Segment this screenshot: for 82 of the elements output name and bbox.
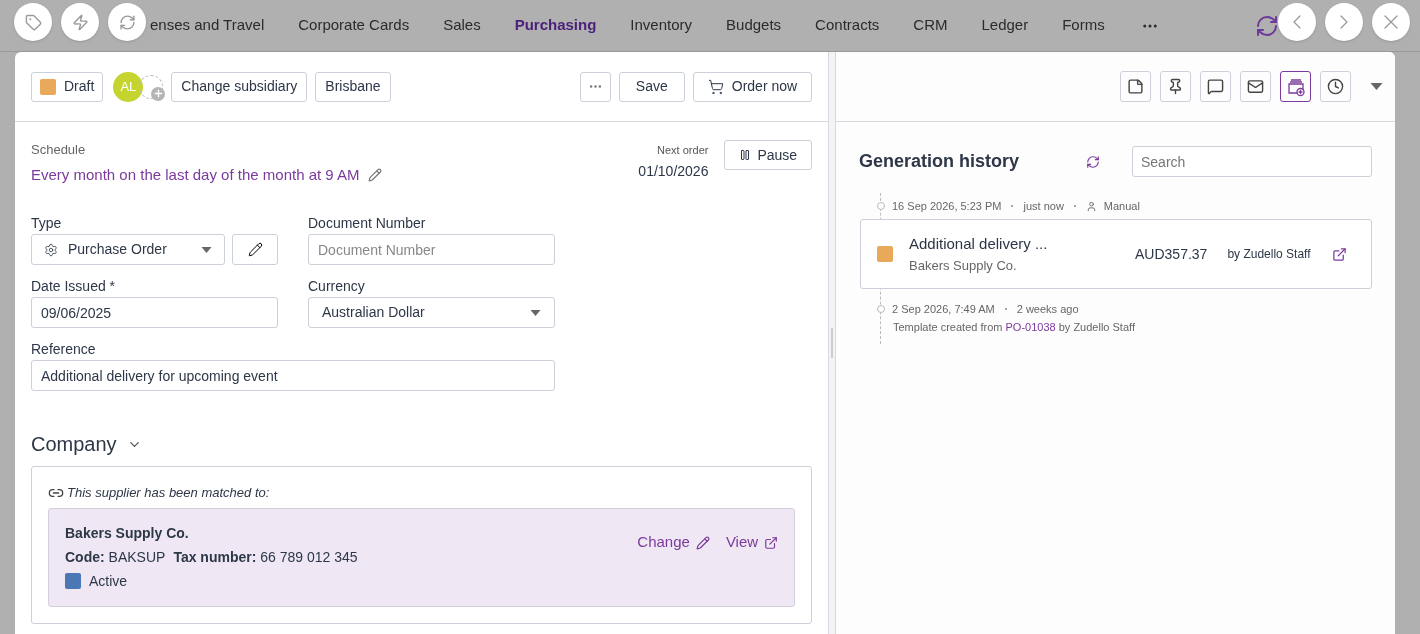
refresh-button[interactable] (108, 3, 146, 41)
edit-icon[interactable] (367, 167, 382, 182)
history-card[interactable]: Additional delivery ... Bakers Supply Co. AUD357.37 by Zudello Staff (860, 219, 1372, 289)
dropdown-icon[interactable] (1370, 83, 1383, 90)
timeline-node (877, 202, 885, 210)
nav-tab[interactable]: Purchasing (514, 14, 597, 37)
bolt-button[interactable] (61, 3, 99, 41)
refresh-icon[interactable] (1086, 154, 1100, 169)
nav-tab[interactable]: Corporate Cards (298, 14, 410, 37)
matched-text: This supplier has been matched to: (67, 484, 270, 502)
entry-source: Manual (1103, 198, 1140, 214)
panel-title: Generation history (859, 150, 1021, 173)
pencil-icon (247, 242, 263, 257)
clock-icon (1327, 78, 1344, 95)
nav-tab[interactable]: Contracts (815, 14, 880, 37)
nav-tab[interactable]: Inventory (630, 14, 693, 37)
nav-tab[interactable]: Ledger (981, 14, 1029, 37)
order-link[interactable]: PO-01038 (1005, 321, 1056, 333)
section-title: Company (31, 432, 117, 457)
date-field[interactable]: 09/06/2025 (31, 297, 278, 328)
view-link[interactable]: View (725, 532, 779, 553)
supplier-code: Code: BAKSUP (65, 547, 166, 567)
stack-plus-icon (1285, 76, 1306, 97)
search-field[interactable]: Search (1132, 146, 1372, 177)
entry-date: 2 Sep 2026, 7:49 AM (892, 301, 995, 317)
tag-button[interactable] (14, 3, 52, 41)
entry-text: Template created from PO-01038 by Zudello Staff (893, 320, 1136, 335)
field-label: Date Issued * (31, 277, 117, 295)
author-text: by Zudello Staff (1227, 246, 1311, 263)
caret-icon (530, 309, 541, 316)
edit-button[interactable] (232, 234, 278, 265)
refresh-icon (118, 13, 136, 31)
gear-icon (44, 242, 58, 257)
field-label: Type (31, 214, 63, 232)
close-button[interactable] (1372, 3, 1410, 41)
header-button[interactable]: Brisbane (315, 71, 391, 102)
status-button[interactable]: Draft (31, 71, 104, 102)
refresh-icon[interactable] (1254, 13, 1279, 38)
mail-icon (1247, 78, 1264, 95)
field-label: Currency (308, 277, 366, 295)
pause-button[interactable]: Pause (724, 140, 813, 170)
field-label: Document Number (308, 214, 427, 232)
next-order-date: 01/10/2026 (638, 161, 709, 181)
external-link-icon[interactable] (1332, 246, 1347, 262)
supplier-name: Bakers Supply Co. (909, 256, 1018, 275)
change-link[interactable]: Change (637, 532, 710, 553)
entry-age: just now (1023, 198, 1064, 214)
schedule-link[interactable]: Every month on the last day of the month at 9 AM (31, 163, 360, 186)
bolt-icon (71, 13, 89, 31)
status-label: Active (89, 571, 128, 591)
tag-icon (24, 13, 42, 31)
toolbar-button[interactable] (1280, 71, 1311, 102)
entry-date: 16 Sep 2026, 5:23 PM (892, 198, 1002, 214)
save-button[interactable]: Save (618, 71, 685, 102)
pause-icon (739, 149, 752, 161)
nav-tab[interactable]: enses and Travel (150, 14, 265, 37)
field-label: Reference (31, 340, 97, 358)
supplier-name: Bakers Supply Co. (65, 523, 190, 543)
reference-field[interactable]: Additional delivery for upcoming event (31, 360, 555, 391)
nav-tab[interactable]: Sales (443, 14, 481, 37)
caret-icon (201, 246, 212, 253)
pencil-icon (695, 535, 710, 550)
order-amount: AUD357.37 (1135, 244, 1208, 264)
external-link-icon (764, 535, 779, 550)
note-icon (1127, 78, 1144, 95)
cart-icon (707, 78, 724, 95)
next-order-label: Next order (657, 143, 709, 158)
user-icon (1085, 200, 1097, 212)
entry-age: 2 weeks ago (1016, 301, 1079, 317)
header-button[interactable]: Change subsidiary (171, 71, 308, 102)
schedule-label: Schedule (31, 141, 87, 159)
order-button[interactable]: Order now (692, 71, 813, 102)
order-title: Additional delivery ... (909, 234, 1049, 254)
nav-tab[interactable]: Budgets (726, 14, 782, 37)
nav-tab[interactable]: Forms (1062, 14, 1105, 37)
comment-icon (1207, 78, 1224, 95)
pin-icon (1167, 78, 1184, 95)
tax-number: Tax number: 66 789 012 345 (173, 547, 358, 567)
nav-tab[interactable]: CRM (913, 14, 948, 37)
type-select[interactable]: Purchase Order (31, 234, 225, 265)
document-number-field[interactable]: Document Number (308, 234, 555, 265)
currency-select[interactable]: Australian Dollar (308, 297, 555, 328)
